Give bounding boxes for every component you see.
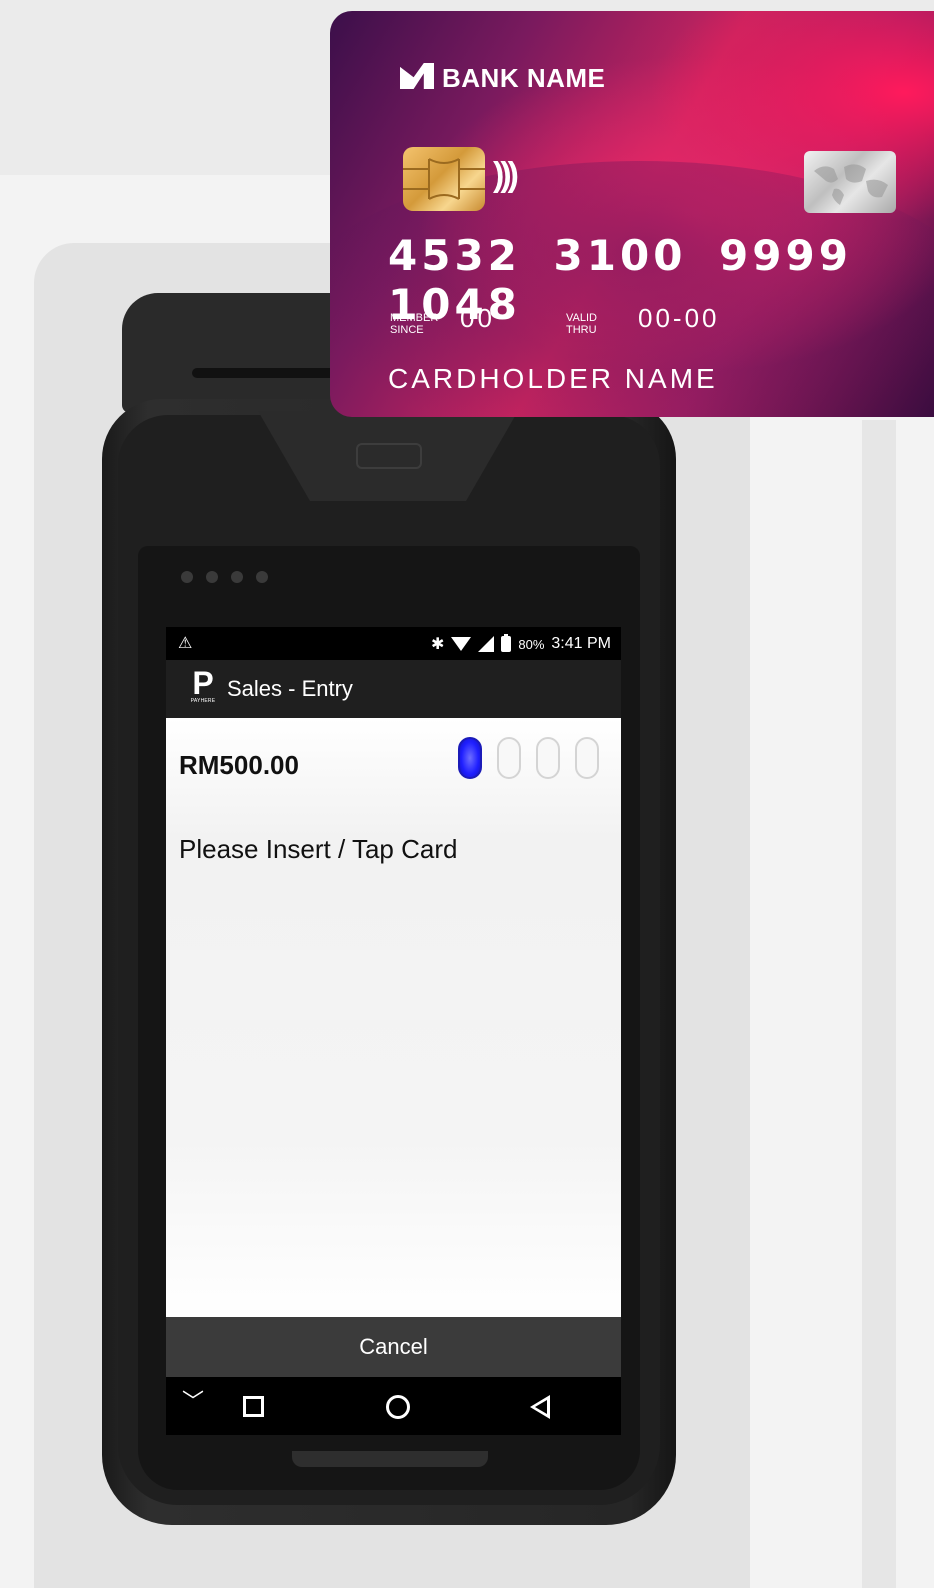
valid-label-line2: THRU	[566, 324, 597, 336]
sales-entry-content: RM500.00 Please Insert / Tap Card	[166, 718, 621, 1318]
status-bar: ⚠ ✱ 80% 3:41 PM	[166, 627, 621, 660]
world-map-hologram	[814, 164, 888, 205]
sale-amount: RM500.00	[179, 750, 299, 780]
logo-letter: P	[192, 665, 214, 701]
recents-button[interactable]	[243, 1396, 264, 1417]
chip-contacts	[403, 158, 485, 200]
contactless-icon: )))	[493, 156, 519, 194]
bank-logo-icon	[400, 63, 434, 89]
bluetooth-icon: ✱	[430, 636, 445, 653]
sensor-dot	[181, 571, 193, 583]
step-indicator	[536, 737, 560, 779]
sensor-dot	[256, 571, 268, 583]
scanner-window	[356, 443, 422, 469]
wifi-icon	[451, 637, 472, 651]
payhere-logo: P PAYHERE	[186, 665, 220, 710]
battery-icon	[501, 634, 512, 652]
step-indicator	[497, 737, 521, 779]
terminal-screen: ⚠ ✱ 80% 3:41 PM P PAYHERE Sales - Entry …	[166, 627, 621, 1435]
home-button[interactable]	[386, 1395, 410, 1419]
status-indicators: ✱ 80% 3:41 PM	[431, 634, 611, 654]
bank-name: BANK NAME	[442, 63, 606, 93]
cancel-button[interactable]: Cancel	[166, 1317, 621, 1377]
emv-chip-icon	[403, 147, 485, 211]
member-since-value: 00	[460, 303, 495, 333]
sensor-dot	[231, 571, 243, 583]
sensor-dot	[206, 571, 218, 583]
android-nav-bar: ﹀	[166, 1377, 621, 1435]
background-stripe	[862, 420, 896, 1588]
credit-card: BANK NAME ))) 4532 3100 9999 1048 MEMBER…	[330, 11, 934, 417]
card-prompt: Please Insert / Tap Card	[179, 834, 458, 864]
bezel-bottom-bar	[292, 1451, 488, 1467]
card-step-indicators	[458, 737, 599, 779]
member-since-label: MEMBER SINCE	[390, 312, 438, 336]
page-title: Sales - Entry	[227, 676, 353, 701]
hologram-icon	[804, 151, 896, 213]
status-time: 3:41 PM	[551, 635, 611, 652]
back-button[interactable]	[530, 1395, 550, 1419]
valid-thru-value: 00-00	[638, 303, 720, 333]
app-bar: P PAYHERE Sales - Entry	[166, 660, 621, 718]
battery-percent: 80%	[518, 636, 545, 652]
step-indicator	[575, 737, 599, 779]
valid-label-line1: VALID	[566, 312, 597, 324]
signal-icon	[478, 636, 495, 652]
step-indicator-active	[458, 737, 482, 779]
hide-keyboard-icon[interactable]: ﹀	[182, 1387, 204, 1417]
member-label-line2: SINCE	[390, 324, 424, 336]
valid-thru-label: VALID THRU	[566, 312, 597, 336]
warning-icon: ⚠	[178, 635, 193, 652]
cardholder-name: CARDHOLDER NAME	[388, 363, 718, 394]
sensor-dots	[181, 571, 268, 583]
member-label-line1: MEMBER	[390, 312, 439, 324]
logo-subtext: PAYHERE	[190, 698, 216, 704]
